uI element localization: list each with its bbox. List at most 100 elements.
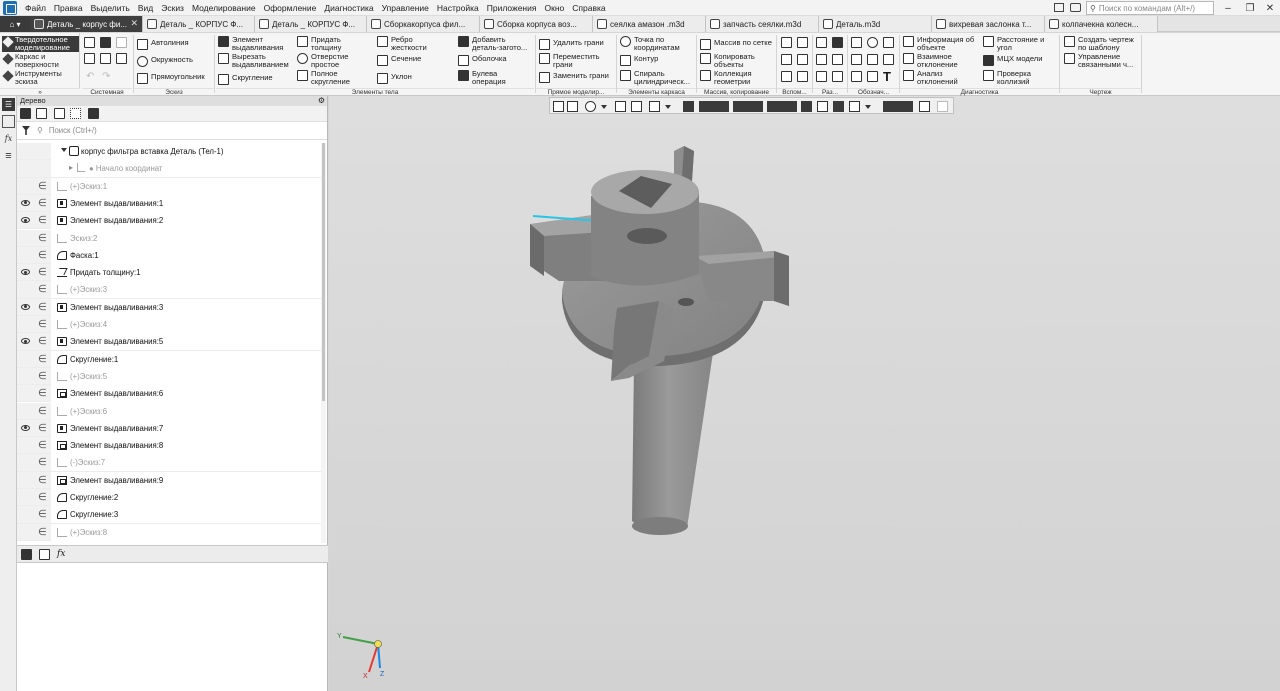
include-cell[interactable]: ∈ [34, 403, 51, 420]
visibility-cell[interactable] [17, 385, 34, 402]
autoline-button[interactable]: Автолиния [137, 39, 189, 50]
settings-gear-icon[interactable]: ⚙ [318, 96, 325, 106]
menu-edit[interactable]: Правка [50, 0, 87, 16]
visibility-cell[interactable] [17, 437, 34, 454]
orient-icon[interactable] [553, 101, 564, 112]
menu-manage[interactable]: Управление [378, 0, 433, 16]
edit-icon[interactable] [937, 101, 948, 112]
tree-feature-row[interactable]: ∈ Элемент выдавливания:3 [17, 298, 321, 316]
tree-feature-row[interactable]: ∈ (+)Эскиз:8 [17, 523, 321, 541]
include-icon[interactable]: ∈ [38, 215, 47, 226]
include-cell[interactable]: ∈ [34, 281, 51, 298]
base-icon[interactable] [883, 37, 894, 48]
menu-help[interactable]: Справка [568, 0, 609, 16]
display-mode-icon[interactable] [849, 101, 860, 112]
menu-select[interactable]: Выделить [87, 0, 134, 16]
contour-button[interactable]: Контур [620, 55, 658, 66]
tree-layers-icon[interactable] [88, 108, 99, 119]
visibility-cell[interactable] [17, 230, 34, 247]
include-cell[interactable]: ∈ [34, 454, 51, 471]
visibility-cell[interactable] [17, 368, 34, 385]
fillet-button[interactable]: Скругление [218, 74, 273, 85]
orbit-dropdown-icon[interactable] [665, 105, 671, 109]
group-label-body[interactable]: Элементы тела [216, 88, 534, 96]
display-mode-dropdown-icon[interactable] [865, 105, 871, 109]
shaded-display-icon[interactable] [683, 101, 694, 112]
arc-dim-icon[interactable] [816, 71, 827, 82]
tree-history-icon[interactable] [36, 108, 47, 119]
eye-icon[interactable] [21, 424, 30, 431]
tree-feature-row[interactable]: ∈ Эскиз:2 [17, 229, 321, 247]
include-cell[interactable]: ∈ [34, 437, 51, 454]
undo-icon[interactable]: ↶ [86, 71, 94, 82]
filter-objects-icon[interactable] [883, 101, 913, 112]
eye-icon[interactable] [21, 199, 30, 206]
include-cell[interactable]: ∈ [34, 212, 51, 229]
angle-plane-icon[interactable] [797, 54, 808, 65]
angle-dim-icon[interactable] [832, 37, 843, 48]
snap-icon[interactable] [801, 101, 812, 112]
hide-objects-icon[interactable] [733, 101, 763, 112]
group-label-frame[interactable]: Элементы каркаса [617, 88, 696, 96]
boolean-button[interactable]: Булева операция [458, 70, 512, 85]
filter-icon[interactable] [22, 126, 30, 135]
pan-icon[interactable] [615, 101, 626, 112]
include-cell[interactable]: ∈ [34, 264, 51, 281]
tab-document-4[interactable]: Сборкакорпуса фил... [367, 16, 480, 32]
tab-document-1[interactable]: Деталь _ корпус фи... ✕ [30, 16, 143, 32]
include-cell[interactable]: ∈ [34, 316, 51, 333]
include-icon[interactable]: ∈ [38, 509, 47, 520]
plane-icon[interactable] [781, 37, 792, 48]
maximize-button[interactable]: ❐ [1240, 0, 1260, 16]
include-icon[interactable]: ∈ [38, 527, 47, 538]
new-file-icon[interactable] [84, 37, 95, 48]
roughness-icon[interactable] [851, 54, 862, 65]
tolerance-icon[interactable] [867, 54, 878, 65]
tab-document-2[interactable]: Деталь _ КОРПУС Ф... [143, 16, 255, 32]
menu-window[interactable]: Окно [540, 0, 568, 16]
tab-document-10[interactable]: колпачекна колесн... [1045, 16, 1158, 32]
menu-modeling[interactable]: Моделирование [188, 0, 260, 16]
tree-feature-row[interactable]: ∈ Элемент выдавливания:9 [17, 471, 321, 489]
tree-origin-row[interactable]: ▸ ● Начало координат [17, 160, 321, 178]
redo-icon[interactable]: ↷ [102, 71, 110, 82]
replace-faces-button[interactable]: Заменить грани [539, 72, 609, 83]
properties-panel-icon[interactable] [2, 115, 15, 128]
include-icon[interactable]: ∈ [38, 388, 47, 399]
rectangle-button[interactable]: Прямоугольник [137, 73, 205, 84]
position-icon[interactable] [867, 71, 878, 82]
window-icon[interactable] [1054, 3, 1064, 12]
group-label-notation[interactable]: Обознач... [848, 88, 899, 96]
text-icon[interactable]: T [883, 69, 891, 84]
include-cell[interactable]: ∈ [34, 489, 51, 506]
visibility-cell[interactable] [17, 472, 34, 489]
leader-icon[interactable] [851, 37, 862, 48]
circle-button[interactable]: Окружность [137, 56, 193, 67]
visibility-cell[interactable] [17, 524, 34, 541]
weld-icon[interactable] [883, 54, 894, 65]
spiral-button[interactable]: Спираль цилиндрическ... [620, 70, 696, 85]
full-fillet-button[interactable]: Полное скругление [297, 70, 355, 85]
include-icon[interactable]: ∈ [38, 267, 47, 278]
tree-feature-row[interactable]: ∈ (+)Эскиз:4 [17, 316, 321, 334]
grid-pattern-button[interactable]: Массив по сетке [700, 39, 772, 50]
camera-icon[interactable] [1070, 3, 1081, 12]
tree-feature-row[interactable]: ∈ Скругление:1 [17, 350, 321, 368]
properties-icon[interactable] [116, 53, 127, 64]
tree-feature-row[interactable]: ∈ Элемент выдавливания:5 [17, 333, 321, 351]
select-filter-icon[interactable] [833, 101, 844, 112]
mutual-deviation-button[interactable]: Взаимное отклонение [903, 53, 971, 68]
collision-check-button[interactable]: Проверка коллизий [983, 70, 1047, 85]
group-label-pattern[interactable]: Массив, копирование [697, 88, 776, 96]
open-folder-icon[interactable] [100, 37, 111, 48]
include-icon[interactable]: ∈ [38, 406, 47, 417]
group-label-diagnostics[interactable]: Диагностика [900, 88, 1059, 96]
expand-chevron-icon[interactable]: ▸ [69, 163, 73, 172]
tree-feature-row[interactable]: ∈ (+)Эскиз:3 [17, 281, 321, 299]
include-cell[interactable]: ∈ [34, 333, 51, 350]
hole-button[interactable]: Отверстие простое [297, 53, 355, 68]
tree-feature-row[interactable]: ∈ Элемент выдавливания:7 [17, 419, 321, 438]
mode-sketch-tools[interactable]: Инструменты эскиза [2, 70, 79, 86]
tree-root-row[interactable]: корпус фильтра вставка Деталь (Тел-1) [17, 143, 321, 161]
eye-icon[interactable] [21, 338, 30, 345]
